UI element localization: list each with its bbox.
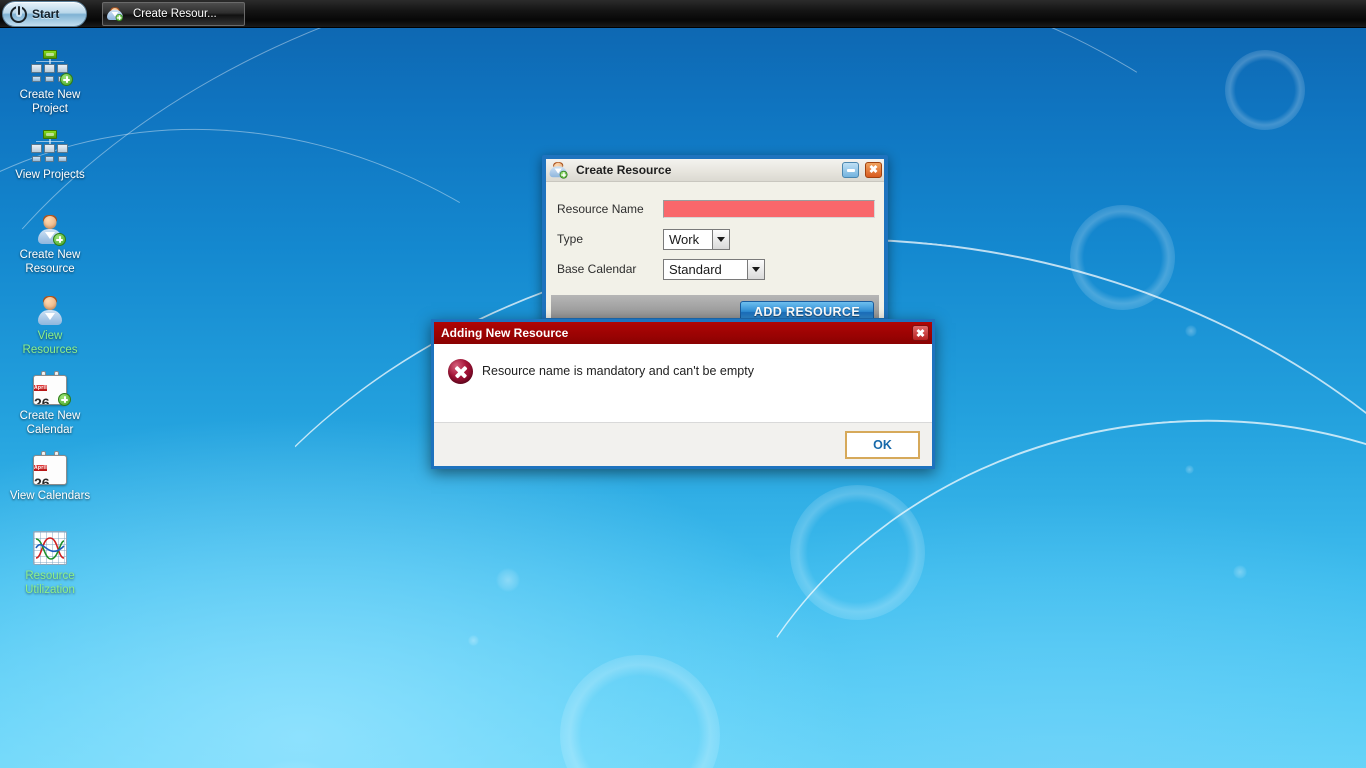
- calendar-add-icon: April 26: [33, 365, 67, 405]
- desktop-icon-create-new-calendar[interactable]: April 26 Create New Calendar: [0, 365, 100, 437]
- desktop-icon-resource-utilization[interactable]: Resource Utilization: [0, 525, 100, 597]
- type-select[interactable]: Work: [663, 229, 730, 250]
- calendar-month-label: April: [34, 465, 47, 471]
- person-add-icon: [109, 8, 120, 20]
- start-button[interactable]: Start: [2, 1, 87, 27]
- calendar-month-label: April: [34, 385, 47, 391]
- error-dialog-content: Resource name is mandatory and can't be …: [434, 344, 932, 423]
- plus-badge-icon: [560, 171, 568, 179]
- error-dialog-footer: OK: [434, 423, 932, 466]
- plus-badge-icon: [58, 393, 71, 406]
- wallpaper-bokeh: [560, 655, 720, 768]
- desktop-icon-view-projects[interactable]: View Projects: [0, 124, 100, 182]
- chart-icon: [33, 525, 67, 565]
- desktop-icon-view-calendars[interactable]: April 26 View Calendars: [0, 445, 100, 503]
- form-row-resource-name: Resource Name: [546, 194, 884, 224]
- base-calendar-select[interactable]: Standard: [663, 259, 765, 280]
- wallpaper-bokeh: [468, 635, 479, 646]
- wallpaper-bokeh: [1233, 565, 1247, 579]
- error-dialog: Adding New Resource ✖ Resource name is m…: [431, 319, 935, 469]
- create-resource-window: Create Resource ✖ Resource Name Type Wor…: [542, 155, 888, 322]
- calendar-day-label: 26: [34, 395, 50, 405]
- desktop-icon-label: Project: [32, 103, 68, 115]
- ok-button[interactable]: OK: [845, 431, 920, 459]
- type-select-value: Work: [664, 230, 712, 249]
- start-button-label: Start: [32, 7, 59, 21]
- wallpaper-bokeh: [496, 568, 520, 592]
- plus-badge-icon: [60, 73, 73, 86]
- person-add-icon: [37, 204, 63, 244]
- hierarchy-icon: [30, 124, 70, 164]
- resource-name-input[interactable]: [663, 200, 875, 218]
- error-x-icon: [448, 359, 473, 384]
- desktop-background[interactable]: Create New Project View Projects Create …: [0, 0, 1366, 768]
- taskbar-item-label: Create Resour...: [133, 8, 217, 20]
- hierarchy-add-icon: [30, 44, 70, 84]
- create-resource-title: Create Resource: [576, 163, 836, 177]
- desktop-icon-label: Create New: [20, 249, 81, 261]
- create-resource-footer: ADD RESOURCE: [551, 295, 879, 322]
- close-icon: ✖: [916, 327, 925, 340]
- wallpaper-bokeh: [1225, 50, 1305, 130]
- power-icon: [10, 6, 27, 23]
- calendar-day-label: 26: [34, 475, 50, 485]
- person-add-icon: [551, 163, 565, 177]
- chevron-down-icon[interactable]: [747, 260, 764, 279]
- wallpaper-bokeh: [1070, 205, 1175, 310]
- error-dialog-title: Adding New Resource: [441, 326, 912, 340]
- close-button[interactable]: ✖: [865, 162, 882, 178]
- plus-badge-icon: [53, 233, 66, 246]
- wallpaper-bokeh: [1185, 325, 1197, 337]
- minimize-button[interactable]: [842, 162, 859, 178]
- desktop-icon-label: View Calendars: [10, 490, 90, 502]
- desktop-icon-label: View: [38, 330, 63, 342]
- base-calendar-label: Base Calendar: [557, 262, 663, 276]
- type-label: Type: [557, 232, 663, 246]
- desktop-icon-label: Resource: [25, 570, 74, 582]
- desktop-icon-create-new-resource[interactable]: Create New Resource: [0, 204, 100, 276]
- base-calendar-select-value: Standard: [664, 260, 747, 279]
- desktop-icon-label: View Projects: [15, 169, 84, 181]
- form-row-base-calendar: Base Calendar Standard: [546, 254, 884, 284]
- desktop-icon-label: Calendar: [27, 424, 74, 436]
- desktop-icon-label: Utilization: [25, 584, 75, 596]
- wallpaper-bokeh: [1185, 465, 1194, 474]
- desktop-icon-label: Resources: [23, 344, 78, 356]
- wallpaper-bokeh: [790, 485, 925, 620]
- taskbar-item-create-resource[interactable]: Create Resour...: [102, 2, 245, 26]
- close-button[interactable]: ✖: [912, 325, 929, 341]
- chevron-down-icon[interactable]: [712, 230, 729, 249]
- calendar-icon: April 26: [33, 445, 67, 485]
- plus-badge-icon: [116, 14, 123, 21]
- resource-name-label: Resource Name: [557, 202, 663, 216]
- desktop-icon-label: Create New: [20, 410, 81, 422]
- create-resource-form: Resource Name Type Work Base Calendar St…: [546, 182, 884, 322]
- close-icon: ✖: [869, 165, 878, 176]
- error-message: Resource name is mandatory and can't be …: [482, 359, 754, 384]
- wallpaper-bokeh: [235, 760, 355, 768]
- create-resource-titlebar[interactable]: Create Resource ✖: [546, 159, 884, 182]
- person-icon: [37, 285, 63, 325]
- desktop-icon-create-new-project[interactable]: Create New Project: [0, 44, 100, 116]
- taskbar: Start Create Resour...: [0, 0, 1366, 28]
- desktop-icon-label: Create New: [20, 89, 81, 101]
- desktop-icon-label: Resource: [25, 263, 74, 275]
- error-dialog-titlebar[interactable]: Adding New Resource ✖: [434, 322, 932, 344]
- desktop-icon-view-resources[interactable]: View Resources: [0, 285, 100, 357]
- form-row-type: Type Work: [546, 224, 884, 254]
